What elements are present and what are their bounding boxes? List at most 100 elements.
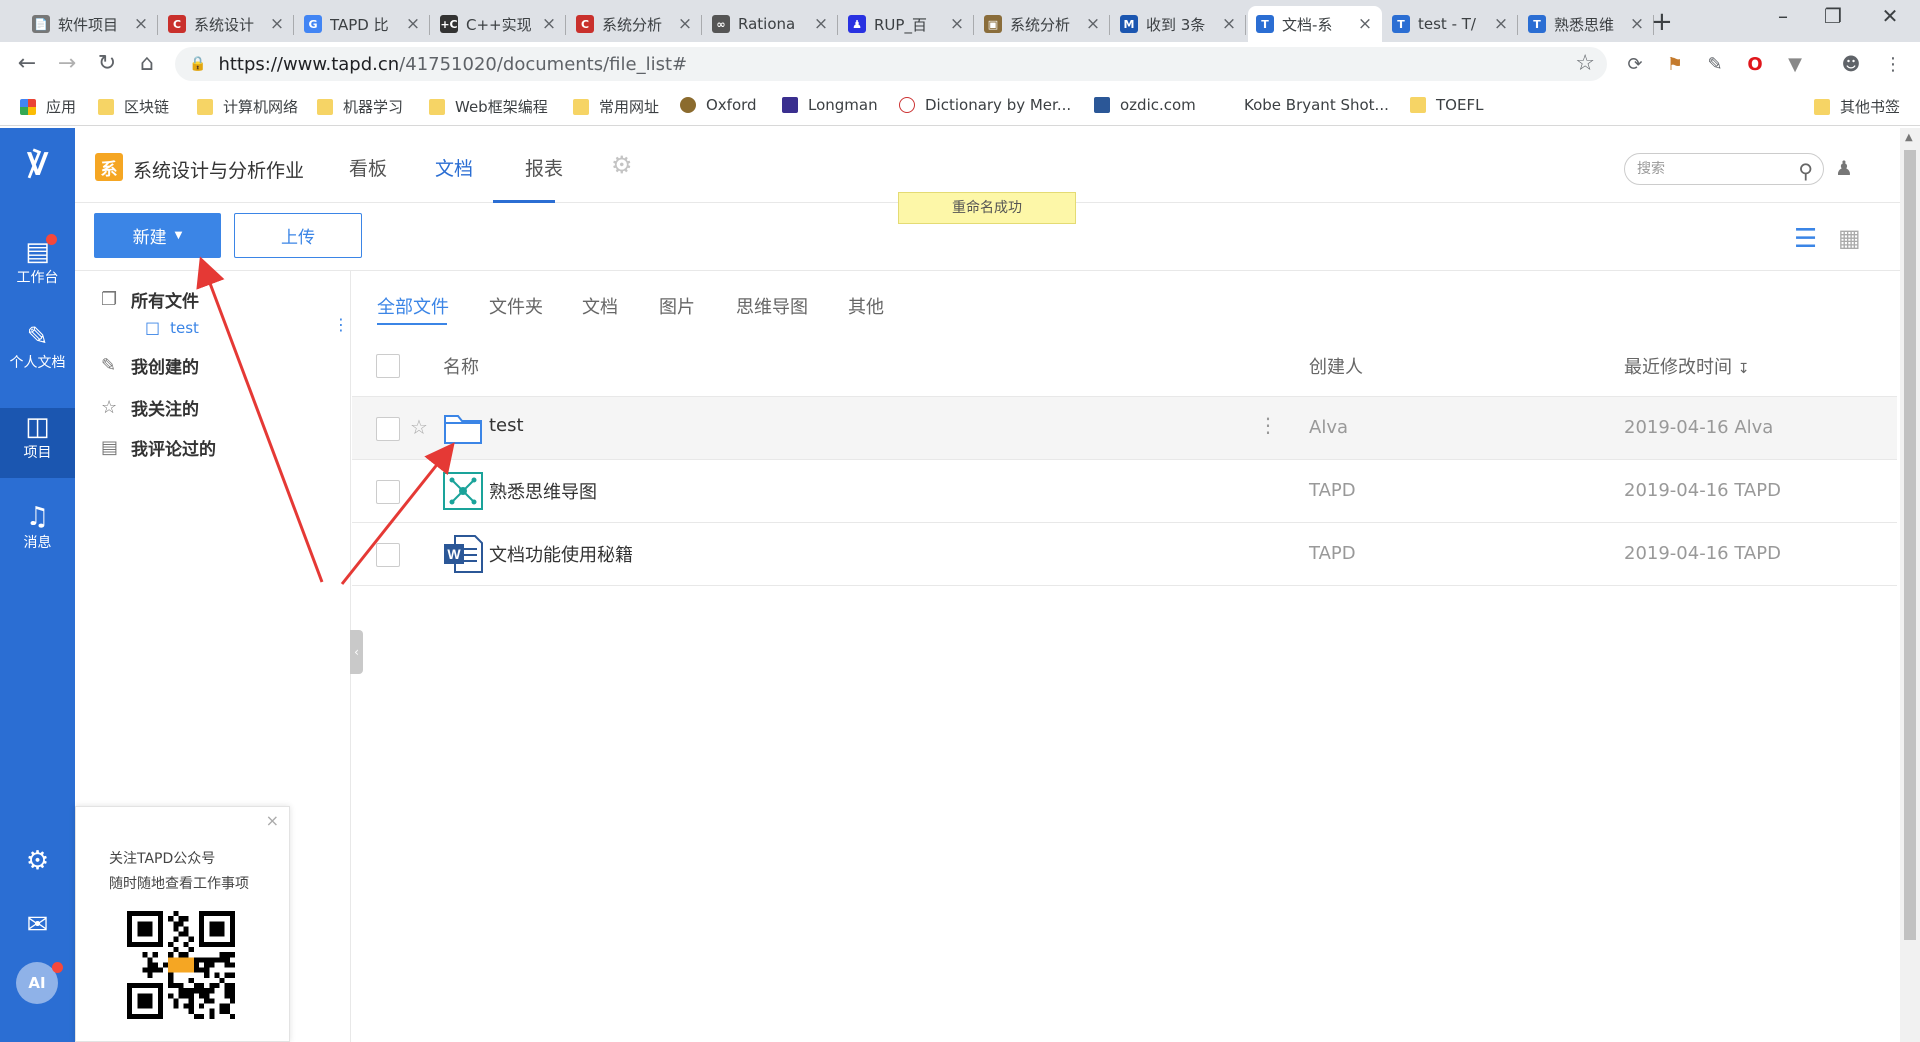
bookmark-item[interactable]: 常用网址 xyxy=(573,96,659,117)
feedback-button[interactable]: ✉ xyxy=(0,910,75,940)
file-name[interactable]: 熟悉思维导图 xyxy=(489,478,597,504)
file-name[interactable]: test xyxy=(489,415,524,436)
scrollbar-thumb[interactable] xyxy=(1904,150,1916,940)
sidebar-folder-test[interactable]: □ test xyxy=(145,318,199,337)
bookmark-item[interactable]: Longman xyxy=(782,96,878,114)
bookmark-item[interactable]: ozdic.com xyxy=(1094,96,1196,114)
search-input[interactable]: 搜索 ⚲ xyxy=(1624,153,1824,185)
flag-extension-icon[interactable]: ⚑ xyxy=(1662,51,1688,77)
browser-tab[interactable]: C 系统设计 × xyxy=(160,6,294,42)
tab-close-icon[interactable]: × xyxy=(268,14,286,34)
sync-extension-icon[interactable]: ⟳ xyxy=(1622,51,1648,77)
select-all-checkbox[interactable] xyxy=(376,354,400,378)
column-creator[interactable]: 创建人 xyxy=(1309,353,1363,379)
filter-images[interactable]: 图片 xyxy=(659,293,695,319)
sidebar-item-followed[interactable]: ☆ 我关注的 xyxy=(101,395,199,420)
favorite-star-icon[interactable]: ☆ xyxy=(410,415,428,439)
row-more-icon[interactable]: ⋮ xyxy=(1258,413,1278,437)
browser-tab[interactable]: M 收到 3条 × xyxy=(1112,6,1246,42)
sidebar-item-created[interactable]: ✎ 我创建的 xyxy=(101,353,199,378)
tab-reports[interactable]: 报表 xyxy=(525,154,563,181)
chrome-menu-icon[interactable]: ⋮ xyxy=(1880,51,1906,77)
project-title[interactable]: 系统设计与分析作业 xyxy=(133,156,304,183)
tab-close-icon[interactable]: × xyxy=(540,14,558,34)
reload-button[interactable]: ↻ xyxy=(92,51,122,76)
tab-documents[interactable]: 文档 xyxy=(435,154,473,181)
settings-button[interactable]: ⚙ xyxy=(0,846,75,876)
tab-close-icon[interactable]: × xyxy=(1220,14,1238,34)
grid-view-icon[interactable]: ▦ xyxy=(1838,224,1861,252)
bookmark-item[interactable]: 计算机网络 xyxy=(197,96,298,117)
profile-avatar-icon[interactable]: ☻ xyxy=(1838,51,1864,77)
folder-more-icon[interactable]: ⋮ xyxy=(333,315,349,334)
browser-tab[interactable]: Ttest - T/ × xyxy=(1384,6,1518,42)
browser-tab[interactable]: ▣ 系统分析 × xyxy=(976,6,1110,42)
tab-close-icon[interactable]: × xyxy=(1628,14,1646,34)
new-tab-button[interactable]: + xyxy=(1651,7,1673,37)
browser-tab[interactable]: T 熟悉思维 × xyxy=(1520,6,1654,42)
other-bookmarks[interactable]: 其他书签 xyxy=(1814,96,1900,117)
file-name[interactable]: 文档功能使用秘籍 xyxy=(489,541,633,567)
bookmark-item[interactable]: Oxford xyxy=(680,96,757,114)
close-icon[interactable]: × xyxy=(266,811,279,830)
bookmark-item[interactable]: 区块链 xyxy=(98,96,169,117)
window-close-button[interactable]: ✕ xyxy=(1870,4,1910,28)
sidebar-item-all-files[interactable]: ❐ 所有文件 xyxy=(101,287,199,312)
filter-docs[interactable]: 文档 xyxy=(582,293,618,319)
minimize-button[interactable]: – xyxy=(1763,4,1803,28)
page-scrollbar[interactable]: ▲ xyxy=(1900,128,1920,1042)
nav-workbench[interactable]: ▤ 工作台 xyxy=(0,233,75,303)
search-icon[interactable]: ⚲ xyxy=(1798,156,1813,186)
member-icon[interactable]: ♟ xyxy=(1835,156,1853,180)
row-checkbox[interactable] xyxy=(376,417,400,441)
bookmark-item[interactable]: Dictionary by Mer... xyxy=(899,96,1071,114)
tab-board[interactable]: 看板 xyxy=(349,154,387,181)
browser-tab[interactable]: T 文档-系 × xyxy=(1248,6,1382,42)
tab-close-icon[interactable]: × xyxy=(812,14,830,34)
browser-tab[interactable]: C 系统分析 × xyxy=(568,6,702,42)
row-checkbox[interactable] xyxy=(376,480,400,504)
sidebar-item-commented[interactable]: ▤ 我评论过的 xyxy=(101,435,216,460)
bookmark-item[interactable]: 应用 xyxy=(20,96,76,117)
sidebar-collapse-handle[interactable]: ‹ xyxy=(350,630,363,674)
bookmark-item[interactable]: TOEFL xyxy=(1410,96,1483,114)
address-bar[interactable]: 🔒 https://www.tapd.cn/41751020/documents… xyxy=(175,47,1607,81)
upload-button[interactable]: 上传 xyxy=(234,213,362,258)
table-row[interactable]: 熟悉思维导图 TAPD 2019-04-16 TAPD xyxy=(352,460,1897,523)
tab-close-icon[interactable]: × xyxy=(404,14,422,34)
tab-close-icon[interactable]: × xyxy=(676,14,694,34)
opera-extension-icon[interactable]: O xyxy=(1742,51,1768,77)
bookmark-item[interactable]: Web框架编程 xyxy=(429,96,548,117)
filter-other[interactable]: 其他 xyxy=(848,293,884,319)
filter-all[interactable]: 全部文件 xyxy=(377,293,449,319)
nav-personal-docs[interactable]: ✎ 个人文档 xyxy=(0,318,75,388)
browser-tab[interactable]: G TAPD 比 × xyxy=(296,6,430,42)
bookmark-item[interactable]: 机器学习 xyxy=(317,96,403,117)
scroll-up-arrow-icon[interactable]: ▲ xyxy=(1905,132,1913,143)
tab-close-icon[interactable]: × xyxy=(132,14,150,34)
back-button[interactable]: ← xyxy=(12,51,42,76)
table-row[interactable]: W 文档功能使用秘籍 TAPD 2019-04-16 TAPD xyxy=(352,523,1897,586)
eyedropper-extension-icon[interactable]: ✎ xyxy=(1702,51,1728,77)
project-settings-icon[interactable]: ⚙ xyxy=(611,151,633,179)
home-button[interactable]: ⌂ xyxy=(132,51,162,76)
column-modified[interactable]: 最近修改时间 ↧ xyxy=(1624,353,1749,379)
bookmark-item[interactable]: Kobe Bryant Shot... xyxy=(1218,96,1389,114)
forward-button[interactable]: → xyxy=(52,51,82,76)
tab-close-icon[interactable]: × xyxy=(1084,14,1102,34)
tab-close-icon[interactable]: × xyxy=(1492,14,1510,34)
tapd-logo-icon[interactable]: ℣ xyxy=(20,148,56,184)
tab-close-icon[interactable]: × xyxy=(1356,14,1374,34)
vpn-extension-icon[interactable]: ▼ xyxy=(1782,51,1808,77)
list-view-icon[interactable]: ☰ xyxy=(1794,224,1817,254)
browser-tab[interactable]: ∞ Rationa × xyxy=(704,6,838,42)
browser-tab[interactable]: 📄 软件项目 × xyxy=(24,6,158,42)
new-button[interactable]: 新建 ▼ xyxy=(94,213,221,258)
maximize-button[interactable]: ❐ xyxy=(1813,4,1853,28)
nav-messages[interactable]: ♫ 消息 xyxy=(0,498,75,568)
table-row[interactable]: ☆ test ⋮ Alva 2019-04-16 Alva xyxy=(352,397,1897,460)
bookmark-star-icon[interactable]: ☆ xyxy=(1575,51,1595,76)
column-name[interactable]: 名称 xyxy=(443,353,479,379)
row-checkbox[interactable] xyxy=(376,543,400,567)
filter-folders[interactable]: 文件夹 xyxy=(489,293,543,319)
